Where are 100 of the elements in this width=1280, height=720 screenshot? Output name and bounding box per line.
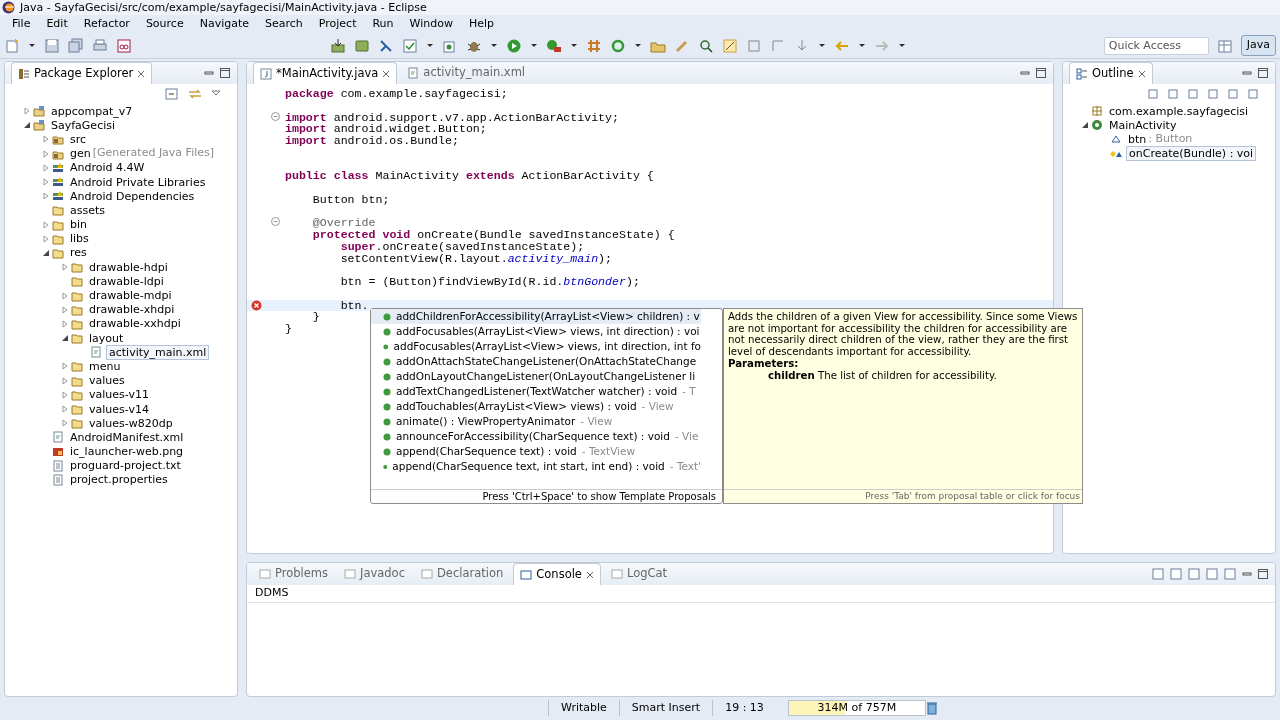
perspective-button[interactable]: Java: [1240, 35, 1276, 56]
collapsed-arrow-icon[interactable]: [61, 376, 69, 385]
tree-item[interactable]: drawable-mdpi: [87, 289, 174, 303]
tree-item[interactable]: values-v14: [87, 402, 151, 416]
collapsed-arrow-icon[interactable]: [61, 419, 69, 428]
search-icon[interactable]: [697, 37, 714, 54]
tree-item[interactable]: menu: [87, 359, 123, 373]
proposal-item[interactable]: animate() : ViewPropertyAnimator - View: [371, 414, 701, 429]
proposal-item[interactable]: addChildrenForAccessibility(ArrayList<View> children) : v: [371, 309, 701, 324]
expanded-arrow-icon[interactable]: [42, 248, 50, 257]
menubar-entry[interactable]: Help: [460, 15, 502, 33]
expanded-arrow-icon[interactable]: [61, 334, 69, 343]
tree-item[interactable]: drawable-xhdpi: [87, 303, 177, 317]
menubar-entry[interactable]: Window: [401, 15, 461, 33]
proposal-item[interactable]: addFocusables(ArrayList<View> views, int direction, int fo: [371, 339, 701, 354]
tree-item[interactable]: SayfaGecisi: [49, 118, 118, 132]
tree-item[interactable]: values-v11: [87, 388, 151, 402]
run-icon[interactable]: [505, 37, 522, 54]
tree-item[interactable]: libs: [68, 232, 91, 246]
close-icon[interactable]: [1137, 69, 1146, 78]
fold-toggle-icon[interactable]: [271, 111, 280, 121]
pen-icon[interactable]: [721, 37, 738, 54]
collapsed-arrow-icon[interactable]: [42, 178, 50, 187]
maximize-icon[interactable]: [1035, 67, 1047, 79]
tree-item[interactable]: Android Private Libraries: [68, 175, 208, 189]
tree-item[interactable]: src: [68, 132, 89, 146]
proposal-item[interactable]: append(CharSequence text, int start, int end) : void - Text': [371, 459, 701, 474]
collapsed-arrow-icon[interactable]: [61, 291, 69, 300]
collapsed-arrow-icon[interactable]: [42, 220, 50, 229]
checkbox-icon[interactable]: [401, 37, 418, 54]
tree-item[interactable]: Android 4.4W: [68, 161, 147, 175]
grid-icon[interactable]: [585, 37, 602, 54]
menubar-entry[interactable]: File: [4, 15, 39, 33]
tree-item[interactable]: values-w820dp: [87, 416, 175, 430]
maximize-icon[interactable]: [1257, 67, 1269, 79]
tree-item[interactable]: drawable-xxhdpi: [87, 317, 183, 331]
expanded-arrow-icon[interactable]: [23, 121, 31, 130]
collapsed-arrow-icon[interactable]: [61, 305, 69, 314]
print-icon[interactable]: [92, 37, 108, 54]
editor-tab[interactable]: *MainActivity.java: [253, 61, 398, 85]
tree-item[interactable]: project.properties: [68, 473, 170, 487]
view-tab[interactable]: Package Explorer: [11, 62, 153, 85]
view-tab[interactable]: Declaration: [414, 563, 510, 585]
maximize-icon[interactable]: [1257, 568, 1269, 580]
collapsed-arrow-icon[interactable]: [42, 149, 50, 158]
menubar-entry[interactable]: Navigate: [191, 15, 257, 33]
link-editor-icon[interactable]: [187, 88, 203, 100]
close-icon[interactable]: [137, 69, 146, 78]
tree-item[interactable]: proguard-project.txt: [68, 459, 183, 473]
garbage-collect-icon[interactable]: [925, 701, 938, 715]
maximize-icon[interactable]: [219, 67, 231, 79]
tree-item[interactable]: appcompat_v7: [49, 104, 135, 118]
tree-item[interactable]: res: [68, 246, 89, 260]
collapsed-arrow-icon[interactable]: [42, 234, 50, 243]
tree-item[interactable]: values: [87, 374, 127, 388]
tree-item[interactable]: onCreate(Bundle) : voi: [1126, 146, 1257, 162]
menubar-entry[interactable]: Refactor: [75, 15, 138, 33]
collapsed-arrow-icon[interactable]: [61, 405, 69, 414]
open-perspective-icon[interactable]: [1216, 37, 1233, 54]
proposal-item[interactable]: addTextChangedListener(TextWatcher watcher) : void - T: [371, 384, 701, 399]
fold-toggle-icon[interactable]: [271, 217, 280, 227]
tree-item[interactable]: ic_launcher-web.png: [68, 445, 186, 459]
menubar-entry[interactable]: Run: [364, 15, 402, 33]
tree-item[interactable]: btn: [1126, 132, 1149, 146]
download-icon[interactable]: [329, 37, 346, 54]
view-tab[interactable]: LogCat: [604, 563, 674, 585]
proposal-item[interactable]: addFocusables(ArrayList<View> views, int direction) : voi: [371, 324, 701, 339]
proposal-item[interactable]: addOnLayoutChangeListener(OnLayoutChangeListener li: [371, 369, 701, 384]
proposal-item[interactable]: append(CharSequence text) : void - TextView: [371, 444, 701, 459]
tree-item[interactable]: Android Dependencies: [68, 189, 197, 203]
tree-item[interactable]: com.example.sayfagecisi: [1107, 104, 1251, 118]
tree-item[interactable]: bin: [68, 218, 89, 232]
menubar-entry[interactable]: Project: [310, 15, 365, 33]
proposal-item[interactable]: addOnAttachStateChangeListener(OnAttachStateChange: [371, 354, 701, 369]
view-menu-icon[interactable]: [211, 88, 221, 98]
view-tab[interactable]: Problems: [253, 563, 334, 585]
menubar-entry[interactable]: Edit: [38, 15, 76, 33]
collapsed-arrow-icon[interactable]: [42, 192, 50, 201]
collapsed-arrow-icon[interactable]: [61, 390, 69, 399]
collapsed-arrow-icon[interactable]: [61, 263, 69, 272]
view-tab[interactable]: Console: [513, 563, 601, 586]
close-icon[interactable]: [585, 570, 594, 579]
tree-item[interactable]: drawable-ldpi: [87, 274, 166, 288]
quick-access-field[interactable]: Quick Access: [1103, 36, 1209, 55]
tree-item[interactable]: layout: [87, 331, 126, 345]
view-tab[interactable]: Outline: [1069, 62, 1153, 85]
tree-item[interactable]: drawable-hdpi: [87, 260, 170, 274]
tree-item[interactable]: activity_main.xml: [106, 344, 210, 360]
editor-tab[interactable]: activity_main.xml: [401, 62, 532, 84]
proposal-item[interactable]: addTouchables(ArrayList<View> views) : void - View: [371, 399, 701, 414]
new-file-icon[interactable]: [4, 37, 20, 54]
close-icon[interactable]: [382, 69, 391, 78]
tree-item[interactable]: MainActivity: [1107, 118, 1179, 132]
expanded-arrow-icon[interactable]: [1081, 121, 1089, 130]
collapsed-arrow-icon[interactable]: [61, 362, 69, 371]
view-tab[interactable]: Javadoc: [338, 563, 411, 585]
proposal-item[interactable]: announceForAccessibility(CharSequence text) : void - Vie: [371, 429, 701, 444]
tree-item[interactable]: AndroidManifest.xml: [68, 430, 186, 444]
menubar-entry[interactable]: Source: [137, 15, 192, 33]
collapsed-arrow-icon[interactable]: [42, 163, 50, 172]
